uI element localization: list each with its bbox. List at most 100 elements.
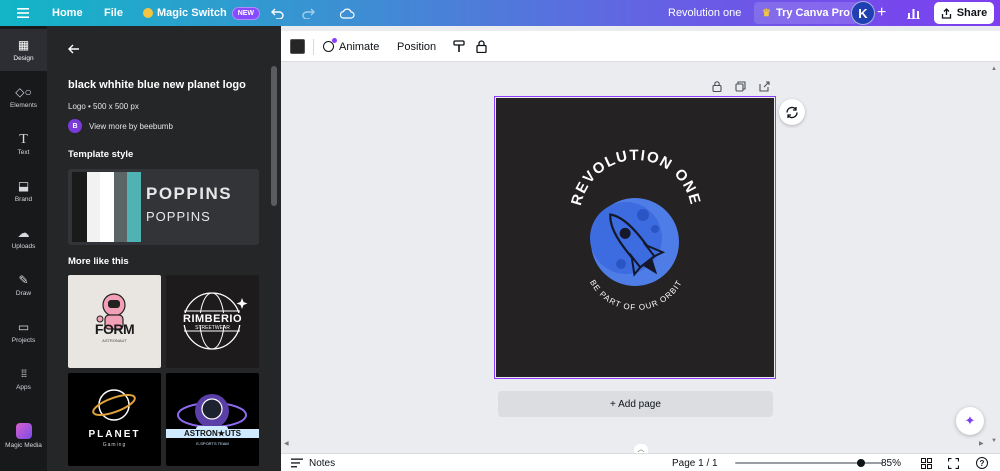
rail-item-design[interactable]: ▦ Design — [0, 29, 47, 71]
arrow-left-icon — [68, 44, 79, 54]
panel-scrollbar[interactable] — [271, 66, 277, 206]
thumbnail-title: ASTRON★UTS — [166, 429, 259, 438]
author-link[interactable]: View more by beebumb — [89, 122, 173, 131]
zoom-slider-handle[interactable] — [856, 459, 865, 467]
template-thumbnail[interactable]: FORM ASTRONAUT — [68, 275, 161, 368]
magic-switch-icon — [143, 8, 153, 18]
notes-button[interactable]: Notes — [291, 454, 335, 471]
duplicate-icon — [735, 81, 746, 92]
rail-item-brand[interactable]: ⬓ Brand — [0, 170, 47, 212]
undo-icon — [271, 8, 284, 19]
top-bar: Home File Magic Switch NEW Revolution on… — [0, 0, 1000, 26]
redo-button[interactable] — [302, 0, 315, 26]
author-avatar[interactable]: B — [68, 119, 82, 133]
add-page-button[interactable]: + Add page — [498, 391, 773, 417]
template-thumbnail[interactable]: RIMBERIO STREETWEAR — [166, 275, 259, 368]
bottom-bar: Notes Page 1 / 1 85% ? — [281, 453, 1000, 471]
share-icon — [941, 7, 951, 19]
cloud-save-status[interactable] — [339, 0, 355, 26]
zoom-percentage[interactable]: 85% — [881, 454, 901, 471]
show-pages-chevron[interactable]: ︿ — [634, 444, 648, 453]
background-color-swatch[interactable] — [290, 39, 305, 54]
canvas-vertical-scrollbar[interactable]: ▲ ▼ — [989, 62, 1000, 453]
draw-icon: ✎ — [18, 272, 29, 287]
rail-item-draw[interactable]: ✎ Draw — [0, 264, 47, 306]
rail-item-elements[interactable]: ◇○ Elements — [0, 76, 47, 118]
elements-icon: ◇○ — [15, 84, 32, 99]
thumbnail-subtitle: E-SPORTS TEAM — [196, 441, 229, 446]
help-icon: ? — [976, 457, 988, 469]
fullscreen-button[interactable] — [948, 454, 959, 471]
undo-button[interactable] — [271, 0, 284, 26]
refresh-icon — [786, 106, 798, 118]
esports-astronaut-illustration — [177, 394, 247, 438]
context-toolbar: Animate Position — [281, 31, 1000, 62]
left-rail: ▦ Design ◇○ Elements T Text ⬓ Brand ☁ Up… — [0, 26, 47, 471]
magic-assistant-button[interactable]: ✦ — [956, 407, 984, 435]
palette-swatch — [87, 172, 100, 242]
palette-swatch — [100, 172, 114, 242]
home-button[interactable]: Home — [52, 0, 83, 26]
thumbnail-subtitle: ASTRONAUT — [102, 338, 127, 343]
copy-style-button[interactable] — [453, 31, 465, 62]
grid-icon — [921, 457, 932, 469]
user-avatar[interactable]: K — [851, 1, 875, 25]
rail-item-label: Projects — [11, 336, 36, 344]
template-style-card[interactable]: POPPINS POPPINS — [68, 169, 259, 245]
rail-item-label: Draw — [15, 289, 32, 297]
magic-switch-button[interactable]: Magic Switch NEW — [143, 0, 261, 26]
add-page-above-button[interactable] — [759, 81, 770, 95]
toolbar-divider — [313, 39, 314, 55]
rail-item-text[interactable]: T Text — [0, 123, 47, 165]
fullscreen-icon — [948, 457, 959, 469]
grid-view-button[interactable] — [921, 454, 932, 471]
position-button[interactable]: Position — [397, 31, 436, 62]
share-button[interactable]: Share — [934, 2, 994, 24]
try-canva-pro-button[interactable]: ♛ Try Canva Pro — [754, 2, 858, 24]
add-collaborator-button[interactable]: + — [877, 0, 886, 26]
thumbnail-subtitle: Gaming — [102, 442, 127, 448]
file-menu-button[interactable]: File — [104, 0, 123, 26]
page-indicator[interactable]: Page 1 / 1 — [672, 454, 718, 471]
design-page[interactable]: REVOLUTION ONE BE PART OF OUR ORBIT — [494, 96, 776, 379]
duplicate-page-button[interactable] — [735, 81, 746, 95]
brand-icon: ⬓ — [17, 178, 30, 193]
palette-swatch — [72, 172, 87, 242]
analytics-button[interactable] — [907, 0, 920, 26]
rail-item-apps[interactable]: ⁞⁞⁞ Apps — [0, 358, 47, 400]
lock-button[interactable] — [476, 31, 487, 62]
hamburger-menu-icon[interactable] — [14, 0, 32, 26]
bar-chart-icon — [907, 9, 920, 19]
scroll-up-arrow[interactable]: ▲ — [991, 66, 997, 72]
redo-icon — [302, 8, 315, 19]
text-icon: T — [19, 131, 28, 147]
scroll-left-arrow[interactable]: ◀ — [284, 440, 289, 447]
rail-item-label: Brand — [14, 195, 33, 203]
thumbnail-title: RIMBERIO — [183, 313, 242, 325]
new-badge: NEW — [231, 6, 261, 20]
back-button[interactable] — [68, 42, 80, 57]
animate-label: Animate — [339, 40, 380, 53]
page-lock-button[interactable] — [712, 81, 722, 95]
apps-icon: ⁞⁞⁞ — [20, 368, 27, 380]
scroll-down-arrow[interactable]: ▼ — [991, 438, 997, 444]
heading-font-sample: POPPINS — [146, 184, 233, 203]
rail-item-projects[interactable]: ▭ Projects — [0, 311, 47, 353]
template-thumbnail[interactable]: PLANET Gaming — [68, 373, 161, 466]
help-button[interactable]: ? — [976, 454, 988, 471]
regenerate-button[interactable] — [779, 99, 805, 125]
more-like-this-heading: More like this — [68, 256, 129, 267]
template-thumbnail[interactable]: ASTRON★UTS E-SPORTS TEAM — [166, 373, 259, 466]
scroll-right-arrow[interactable]: ▶ — [979, 440, 984, 447]
rail-item-label: Uploads — [11, 242, 36, 250]
revolution-one-logo: REVOLUTION ONE BE PART OF OUR ORBIT — [568, 147, 702, 312]
magic-switch-label: Magic Switch — [157, 7, 227, 19]
rail-item-label: Design — [13, 54, 34, 62]
body-font-sample: POPPINS — [146, 209, 211, 224]
color-palette — [72, 172, 141, 242]
document-title[interactable]: Revolution one — [668, 0, 741, 26]
rail-item-magic-media[interactable]: Magic Media — [0, 415, 47, 457]
rail-item-uploads[interactable]: ☁ Uploads — [0, 217, 47, 259]
animate-button[interactable]: Animate — [323, 31, 379, 62]
animate-icon — [323, 38, 337, 52]
